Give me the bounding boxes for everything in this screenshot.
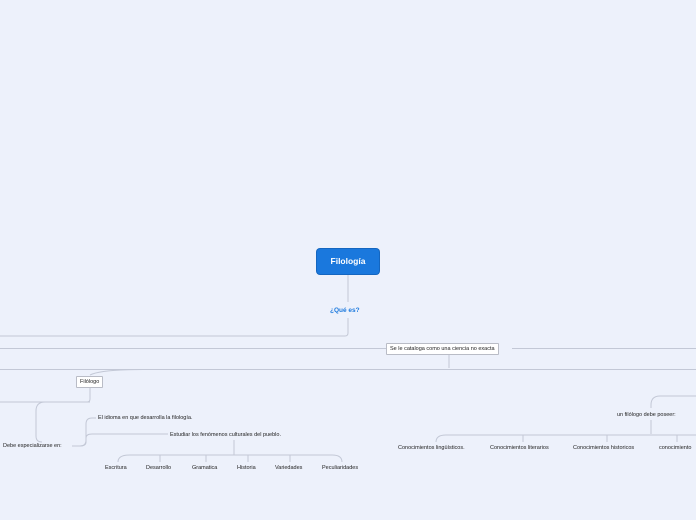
topic-escritura[interactable]: Escritura xyxy=(105,464,127,472)
link-to-specialize xyxy=(35,401,90,443)
subtopic-que-es[interactable]: ¿Qué es? xyxy=(330,307,360,315)
topic-knowledge-literary[interactable]: Conocimientos literarios xyxy=(490,444,549,452)
topic-variedades[interactable]: Variedades xyxy=(275,464,302,472)
link-question-left xyxy=(0,318,349,337)
topic-desarrollo[interactable]: Desarrollo xyxy=(146,464,171,472)
link-cultural-bar xyxy=(117,454,343,463)
link-right-branch xyxy=(650,395,696,408)
topic-cultural[interactable]: Estudiar los fenómenos culturales del pu… xyxy=(170,431,281,439)
topic-peculiaridades[interactable]: Peculiaridades xyxy=(322,464,358,472)
link-specialize-cultural xyxy=(72,433,168,447)
link-filologo-down xyxy=(0,388,91,403)
topic-historia[interactable]: Historia xyxy=(237,464,256,472)
topic-catalog[interactable]: Se le cataloga como una ciencia no exact… xyxy=(386,343,499,355)
topic-language[interactable]: El idioma en que desarrolla la filología… xyxy=(98,414,192,422)
link-to-filologo xyxy=(89,369,144,376)
root-topic-filologia[interactable]: Filología xyxy=(317,249,379,274)
link-knowledge-bar xyxy=(435,434,696,443)
link-specialize-language xyxy=(72,417,96,447)
topic-must-have[interactable]: un filólogo debe poseer: xyxy=(617,411,676,419)
mind-map-canvas[interactable]: Filología ¿Qué es? Se le cataloga como u… xyxy=(0,0,696,520)
topic-specialize[interactable]: Debe especializarse en: xyxy=(3,442,62,450)
topic-knowledge-other[interactable]: conocimiento xyxy=(659,444,691,452)
topic-filologo[interactable]: Filólogo xyxy=(76,376,104,388)
topic-knowledge-linguistic[interactable]: Conocimientos lingüísticos. xyxy=(398,444,465,452)
topic-gramatica[interactable]: Gramatica xyxy=(192,464,217,472)
topic-knowledge-historical[interactable]: Conocimientos historicos xyxy=(573,444,634,452)
